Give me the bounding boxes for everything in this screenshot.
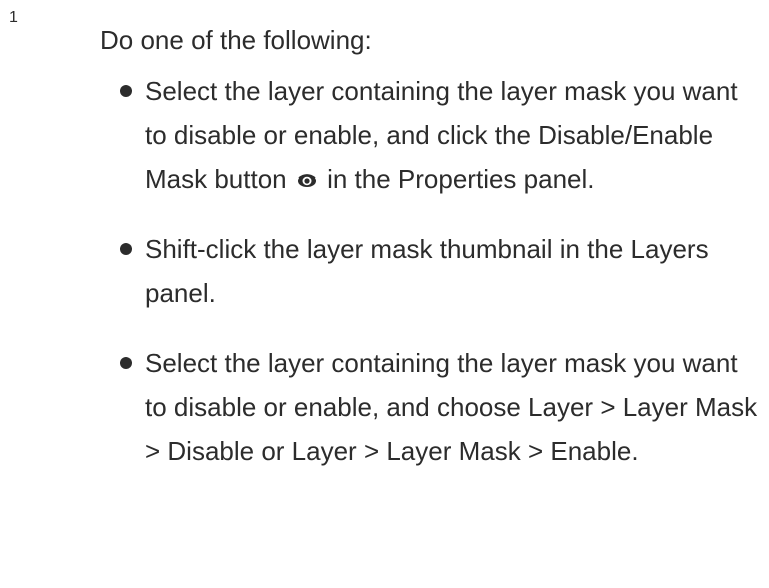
list-item-text: in the Properties panel. <box>319 164 595 194</box>
step-intro: Do one of the following: <box>100 25 372 55</box>
bullet-icon <box>120 85 132 97</box>
list-item: Shift-click the layer mask thumbnail in … <box>100 227 760 315</box>
bullet-list: Select the layer containing the layer ma… <box>100 69 760 473</box>
step-content: Do one of the following: Select the laye… <box>100 18 760 473</box>
bullet-icon <box>120 357 132 369</box>
eye-icon <box>296 158 318 187</box>
list-item: Select the layer containing the layer ma… <box>100 69 760 201</box>
list-item: Select the layer containing the layer ma… <box>100 341 760 473</box>
step-number: 1 <box>9 9 18 26</box>
list-item-text: Shift-click the layer mask thumbnail in … <box>145 234 709 308</box>
list-item-text: Select the layer containing the layer ma… <box>145 348 758 466</box>
bullet-icon <box>120 243 132 255</box>
